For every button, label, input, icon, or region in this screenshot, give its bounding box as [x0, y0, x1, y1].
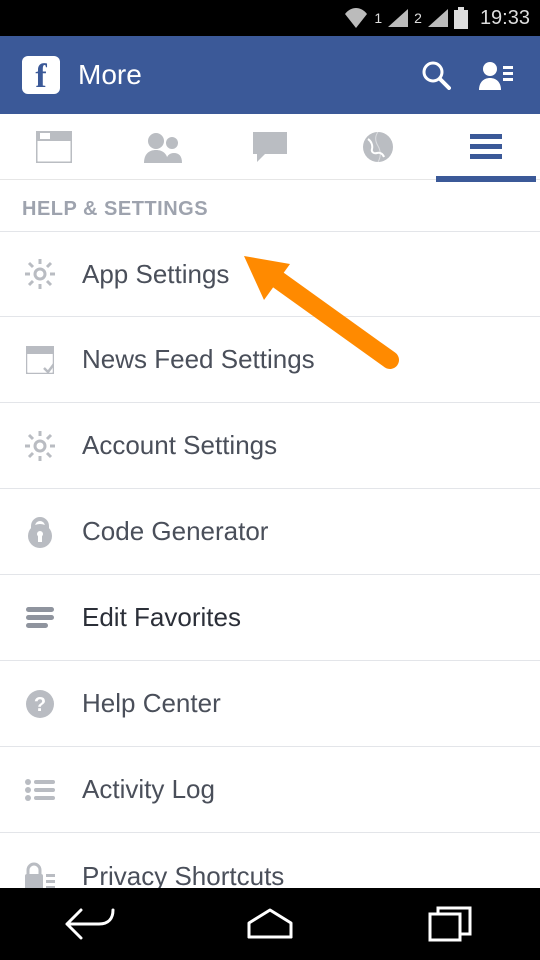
android-nav-bar [0, 888, 540, 960]
friends-button[interactable] [474, 53, 518, 97]
tab-friends[interactable] [108, 114, 216, 179]
sim2-label: 2 [414, 10, 422, 26]
people-icon [142, 131, 182, 163]
friends-icon [479, 60, 513, 90]
row-label: Code Generator [82, 516, 268, 547]
clock: 19:33 [480, 7, 530, 30]
row-label: Privacy Shortcuts [82, 861, 284, 892]
row-app-settings[interactable]: App Settings [0, 231, 540, 317]
gear-icon [22, 428, 58, 464]
row-activity-log[interactable]: Activity Log [0, 747, 540, 833]
row-help-center[interactable]: ? Help Center [0, 661, 540, 747]
gear-icon [22, 256, 58, 292]
search-icon [421, 60, 451, 90]
row-news-feed-settings[interactable]: News Feed Settings [0, 317, 540, 403]
tab-messages[interactable] [216, 114, 324, 179]
tab-more[interactable] [432, 114, 540, 179]
signal2-icon [428, 9, 448, 27]
signal1-icon [388, 9, 408, 27]
row-label: Account Settings [82, 430, 277, 461]
row-account-settings[interactable]: Account Settings [0, 403, 540, 489]
row-label: App Settings [82, 259, 229, 290]
list-icon [22, 772, 58, 808]
wifi-icon [344, 8, 368, 28]
hamburger-icon [470, 134, 502, 160]
chat-icon [253, 132, 287, 162]
row-label: Edit Favorites [82, 602, 241, 633]
recents-button[interactable] [405, 900, 495, 948]
search-button[interactable] [414, 53, 458, 97]
status-bar: 1 2 19:33 [0, 0, 540, 36]
back-button[interactable] [45, 900, 135, 948]
app-header: f More [0, 36, 540, 114]
settings-list: App Settings News Feed Settings Account … [0, 231, 540, 919]
row-label: News Feed Settings [82, 344, 315, 375]
home-icon [245, 907, 295, 941]
section-header: HELP & SETTINGS [0, 180, 540, 231]
lock-icon [22, 514, 58, 550]
tab-feed[interactable] [0, 114, 108, 179]
battery-icon [454, 7, 468, 29]
tab-bar [0, 114, 540, 180]
globe-icon [362, 131, 394, 163]
feed-icon [36, 131, 72, 163]
page-title: More [78, 59, 398, 91]
row-label: Help Center [82, 688, 221, 719]
help-icon: ? [22, 686, 58, 722]
row-edit-favorites[interactable]: Edit Favorites [0, 575, 540, 661]
sim1-label: 1 [374, 10, 382, 26]
recents-icon [428, 906, 472, 942]
row-label: Activity Log [82, 774, 215, 805]
tab-notifications[interactable] [324, 114, 432, 179]
row-code-generator[interactable]: Code Generator [0, 489, 540, 575]
back-icon [63, 906, 117, 942]
home-button[interactable] [225, 900, 315, 948]
feed-settings-icon [22, 342, 58, 378]
lines-icon [22, 600, 58, 636]
svg-text:?: ? [34, 694, 46, 716]
facebook-logo[interactable]: f [22, 56, 60, 94]
